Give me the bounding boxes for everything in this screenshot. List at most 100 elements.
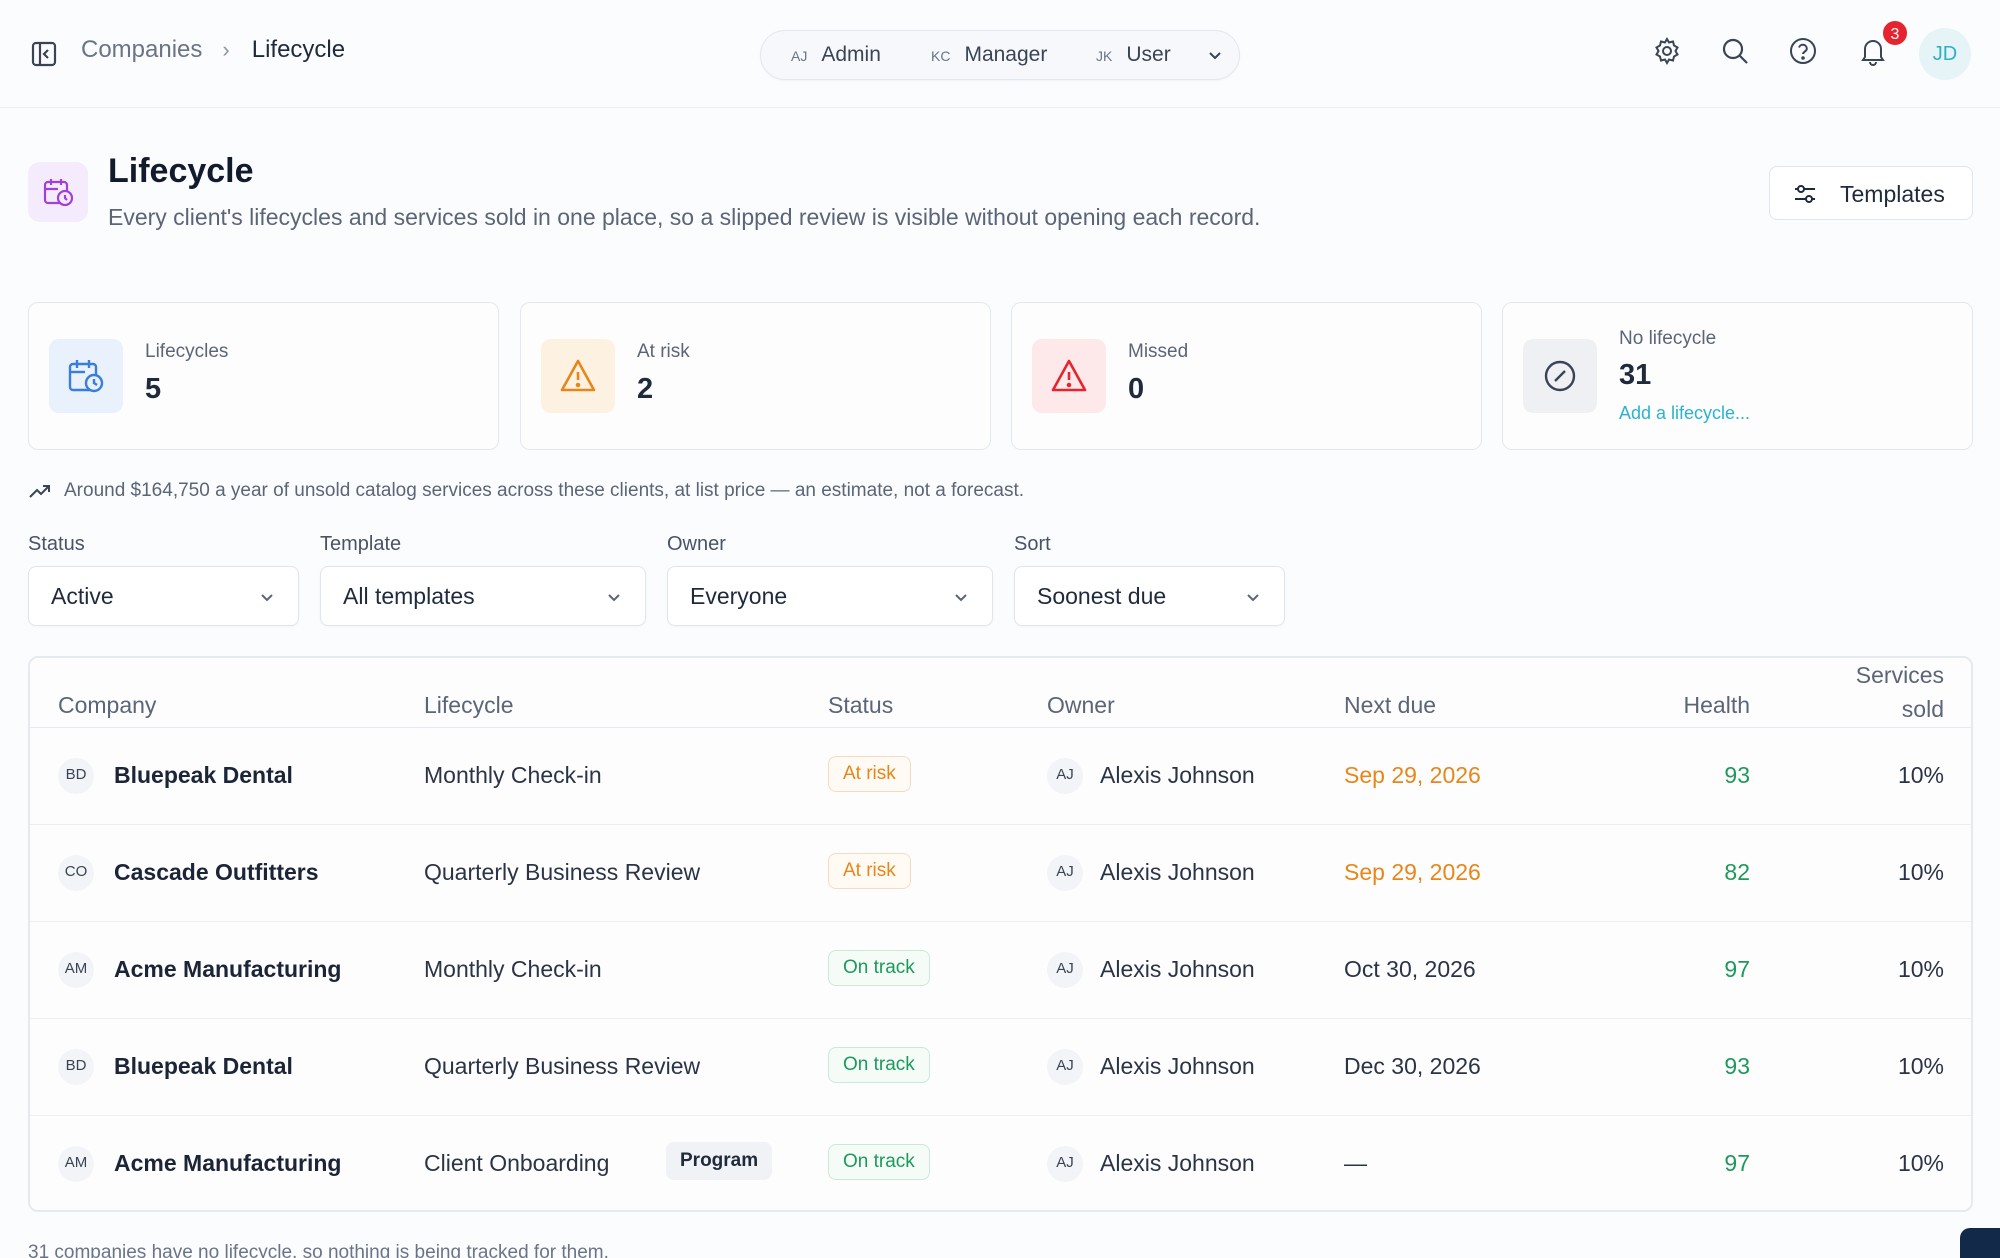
role-admin[interactable]: AJ Admin: [791, 43, 881, 67]
role-manager[interactable]: KC Manager: [931, 43, 1047, 67]
company-name[interactable]: Bluepeak Dental: [114, 1053, 293, 1080]
health-score: 93: [1724, 762, 1750, 788]
health-score: 97: [1724, 1150, 1750, 1176]
breadcrumb-companies[interactable]: Companies: [81, 36, 202, 64]
stat-label: At risk: [637, 341, 690, 362]
column-header-next-due[interactable]: Next due: [1344, 692, 1436, 719]
services-sold: 10%: [1897, 1053, 1944, 1079]
templates-button[interactable]: Templates: [1769, 166, 1973, 220]
lifecycle-page-icon: [28, 162, 88, 222]
company-avatar: AM: [58, 952, 94, 988]
role-initials: JK: [1096, 48, 1113, 64]
user-avatar[interactable]: JD: [1919, 28, 1971, 80]
estimate-note: Around $164,750 a year of unsold catalog…: [28, 479, 1024, 503]
search-icon[interactable]: [1720, 36, 1750, 66]
notification-badge: 3: [1881, 19, 1909, 47]
stat-value: 0: [1128, 373, 1145, 405]
sliders-icon: [1795, 185, 1815, 203]
stat-value: 2: [637, 373, 654, 405]
health-score: 93: [1724, 1053, 1750, 1079]
owner-select[interactable]: Everyone: [667, 566, 993, 626]
chevron-right-icon: ›: [222, 37, 230, 62]
sort-select[interactable]: Soonest due: [1014, 566, 1285, 626]
company-name[interactable]: Acme Manufacturing: [114, 956, 341, 983]
select-value: All templates: [343, 583, 475, 609]
table-row[interactable]: CO Cascade Outfitters Quarterly Business…: [30, 825, 1971, 922]
calendar-clock-icon: [43, 179, 74, 207]
filter-label-owner: Owner: [667, 533, 726, 555]
slash-circle-icon: [1544, 360, 1576, 392]
status-badge: At risk: [828, 853, 911, 889]
chevron-down-icon: [1247, 594, 1259, 602]
column-header-health[interactable]: Health: [1630, 692, 1750, 719]
role-initials: KC: [931, 48, 951, 64]
sidebar-toggle-icon[interactable]: [30, 40, 58, 68]
lifecycle-name: Quarterly Business Review: [424, 1053, 701, 1079]
gear-icon[interactable]: [1652, 36, 1682, 66]
role-initials: AJ: [791, 48, 808, 64]
stat-label: No lifecycle: [1619, 328, 1717, 349]
health-score: 82: [1724, 859, 1750, 885]
top-bar: Companies › Lifecycle AJ Admin KC Manage…: [0, 0, 2000, 108]
stat-icon-bg: [49, 339, 123, 413]
assistant-launcher[interactable]: [1960, 1228, 2000, 1258]
owner-name: Alexis Johnson: [1100, 1053, 1255, 1079]
breadcrumb: Companies › Lifecycle: [81, 36, 345, 64]
lifecycle-name: Monthly Check-in: [424, 762, 602, 788]
stat-icon-bg: [1032, 339, 1106, 413]
column-header-company[interactable]: Company: [58, 692, 156, 719]
stat-card-missed[interactable]: Missed 0: [1011, 302, 1482, 450]
select-value: Active: [51, 583, 114, 609]
trending-up-icon: [29, 485, 50, 498]
estimate-text: Around $164,750 a year of unsold catalog…: [64, 480, 1025, 501]
column-header-services-sold[interactable]: Services sold: [1830, 658, 1944, 726]
owner-name: Alexis Johnson: [1100, 1150, 1255, 1176]
footer-note: 31 companies have no lifecycle, so nothi…: [28, 1242, 609, 1258]
company-name[interactable]: Cascade Outfitters: [114, 859, 319, 886]
status-badge: On track: [828, 1047, 930, 1083]
chevron-down-icon: [608, 594, 620, 602]
stat-card-lifecycles[interactable]: Lifecycles 5: [28, 302, 499, 450]
calendar-clock-icon: [68, 360, 104, 393]
services-sold: 10%: [1897, 1150, 1944, 1176]
program-tag: Program: [666, 1142, 773, 1180]
company-name[interactable]: Acme Manufacturing: [114, 1150, 341, 1177]
column-header-status[interactable]: Status: [828, 692, 893, 719]
lifecycle-table: Company Lifecycle Status Owner Next due …: [28, 656, 1973, 1212]
column-header-owner[interactable]: Owner: [1047, 692, 1115, 719]
role-switcher[interactable]: AJ Admin KC Manager JK User: [760, 30, 1240, 80]
table-row[interactable]: AM Acme Manufacturing Client Onboarding …: [30, 1116, 1971, 1210]
owner-avatar: AJ: [1047, 952, 1083, 988]
status-select[interactable]: Active: [28, 566, 299, 626]
owner-avatar: AJ: [1047, 855, 1083, 891]
company-name[interactable]: Bluepeak Dental: [114, 762, 293, 789]
warning-icon: [560, 359, 596, 392]
lifecycle-name: Monthly Check-in: [424, 956, 602, 982]
help-icon[interactable]: [1788, 36, 1818, 66]
templates-button-label: Templates: [1840, 181, 1945, 207]
table-row[interactable]: AM Acme Manufacturing Monthly Check-in O…: [30, 922, 1971, 1019]
filter-label-template: Template: [320, 533, 402, 555]
template-select[interactable]: All templates: [320, 566, 646, 626]
services-sold: 10%: [1897, 762, 1944, 788]
column-header-lifecycle[interactable]: Lifecycle: [424, 692, 513, 719]
services-sold: 10%: [1897, 956, 1944, 982]
breadcrumb-current: Lifecycle: [251, 36, 346, 63]
role-user[interactable]: JK User: [1096, 43, 1171, 67]
next-due-date: Dec 30, 2026: [1344, 1053, 1481, 1079]
owner-name: Alexis Johnson: [1100, 956, 1255, 982]
role-label: User: [1126, 43, 1171, 66]
table-row[interactable]: BD Bluepeak Dental Monthly Check-in At r…: [30, 728, 1971, 825]
next-due-date: Sep 29, 2026: [1344, 762, 1481, 788]
company-avatar: AM: [58, 1146, 94, 1182]
stat-card-at-risk[interactable]: At risk 2: [520, 302, 991, 450]
status-badge: On track: [828, 1144, 930, 1180]
role-label: Manager: [964, 43, 1048, 66]
lifecycle-name: Client Onboarding: [424, 1150, 610, 1176]
add-lifecycle-link[interactable]: Add a lifecycle...: [1619, 403, 1750, 424]
table-row[interactable]: BD Bluepeak Dental Quarterly Business Re…: [30, 1019, 1971, 1116]
health-score: 97: [1724, 956, 1750, 982]
owner-avatar: AJ: [1047, 1146, 1083, 1182]
chevron-down-icon[interactable]: [1205, 45, 1225, 65]
stat-card-no-lifecycle[interactable]: No lifecycle 31 Add a lifecycle...: [1502, 302, 1973, 450]
